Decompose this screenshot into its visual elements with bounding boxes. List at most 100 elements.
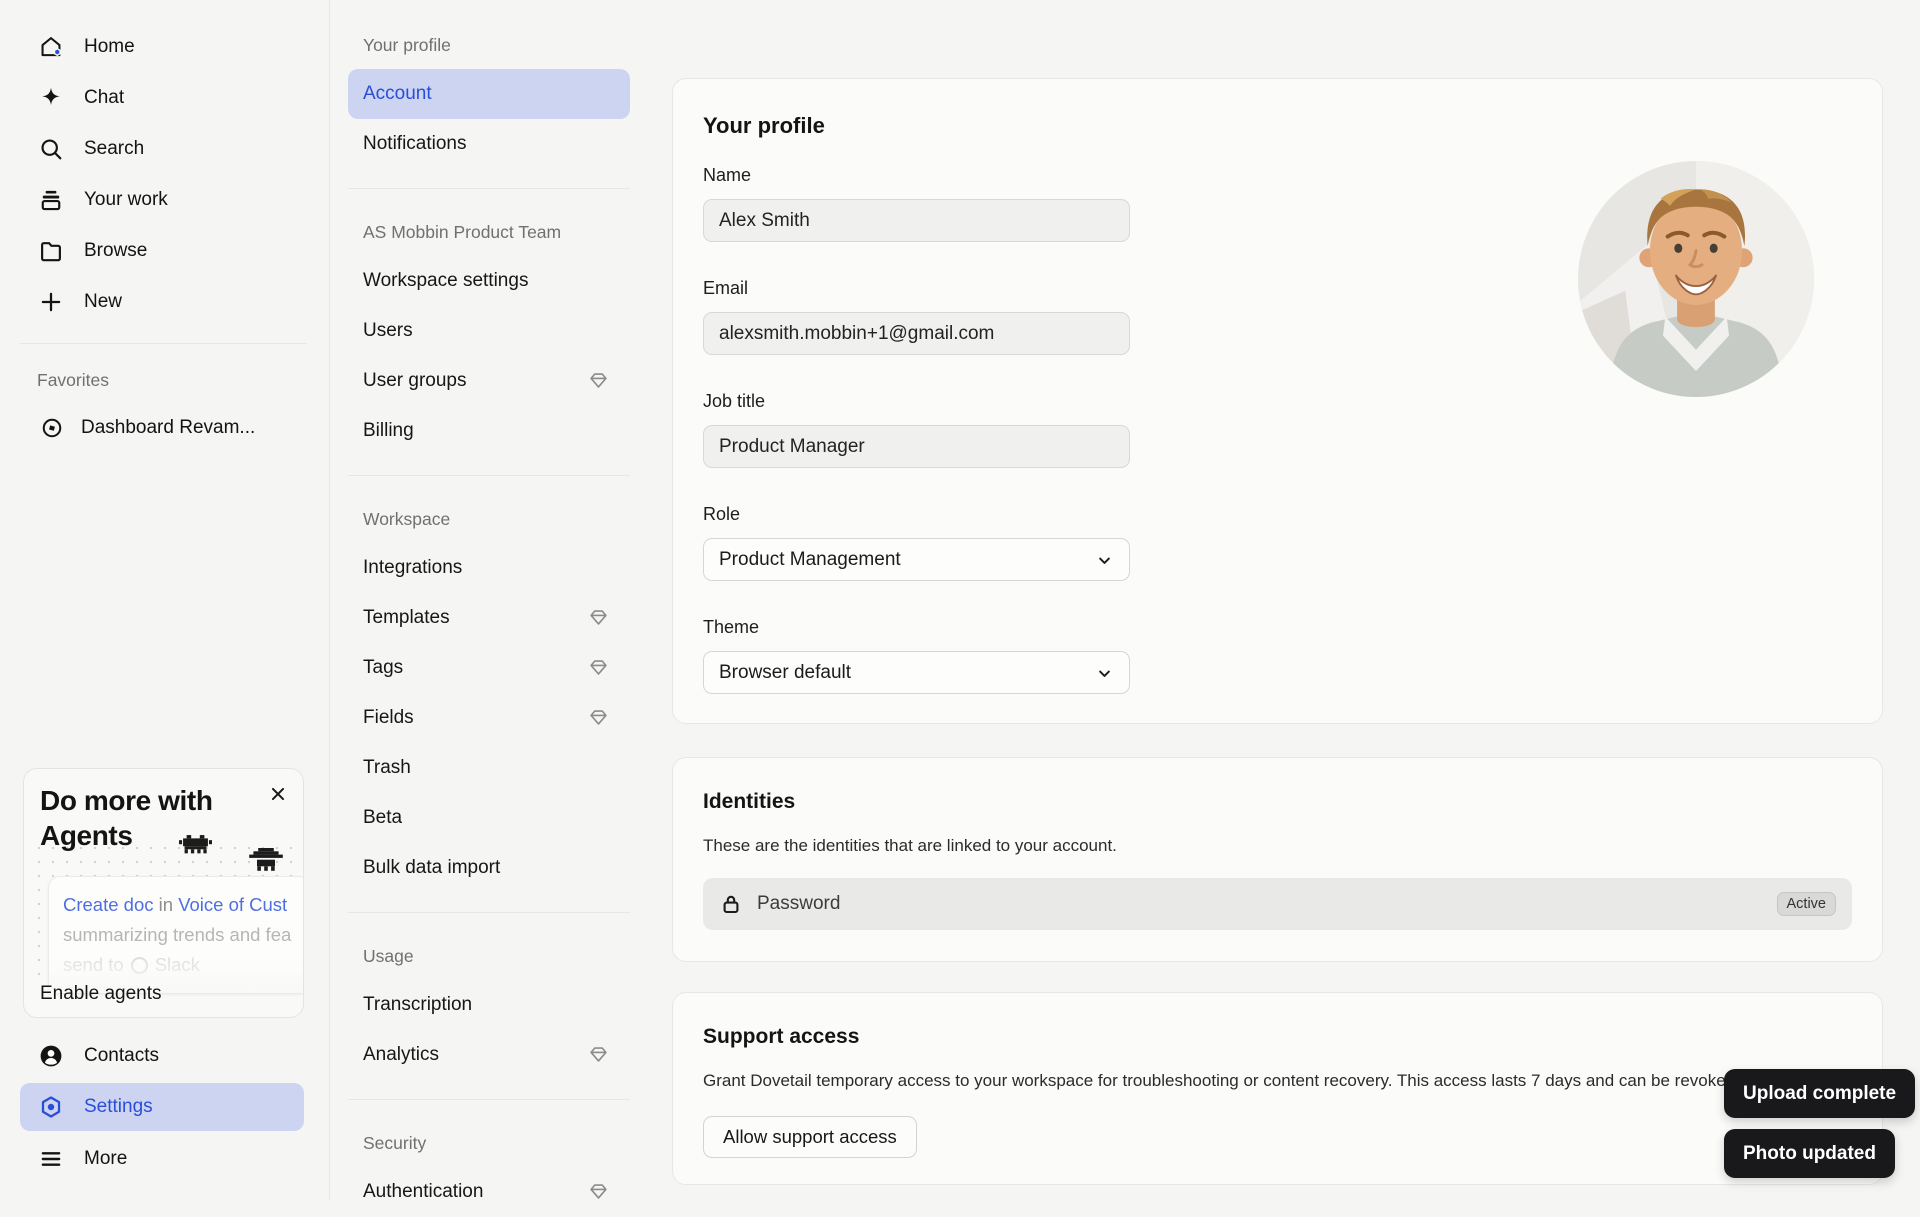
toast-upload-complete[interactable]: Upload complete <box>1724 1069 1916 1118</box>
settings-section-header: AS Mobbin Product Team <box>363 221 562 242</box>
settings-nav-beta[interactable]: Beta <box>348 793 630 843</box>
settings-nav-bulk-data-import[interactable]: Bulk data import <box>348 843 630 893</box>
sidebar-item-search[interactable]: Search <box>0 123 329 174</box>
gem-icon <box>589 709 608 726</box>
sidebar-item-label: Home <box>84 35 135 57</box>
profile-card-title: Your profile <box>703 113 825 138</box>
sparkle-icon <box>38 85 64 111</box>
agents-promo-card: Do more with Agents Create doc in Voice … <box>23 768 304 1018</box>
suggestion-line-1: Create doc in Voice of Cust <box>63 894 288 915</box>
support-access-title: Support access <box>703 1025 860 1048</box>
sidebar-item-contacts[interactable]: Contacts <box>0 1030 329 1081</box>
role-field-group: Role Product Management <box>703 504 1130 581</box>
password-identity-row[interactable]: Password Active <box>703 878 1852 930</box>
theme-select[interactable]: Browser default <box>703 651 1130 694</box>
settings-nav-billing[interactable]: Billing <box>348 406 630 456</box>
job-title-input[interactable] <box>703 425 1130 468</box>
sidebar-item-label: Search <box>84 137 145 159</box>
identities-card: Identities These are the identities that… <box>672 757 1883 962</box>
enable-agents-link[interactable]: Enable agents <box>40 983 162 1005</box>
favorites-header: Favorites <box>37 369 109 390</box>
gem-icon <box>589 1183 608 1200</box>
agents-card-title: Do more with Agents <box>40 785 213 851</box>
settings-section-header: Usage <box>363 945 414 966</box>
name-input[interactable] <box>703 199 1130 242</box>
sidebar-item-browse[interactable]: Browse <box>0 225 329 276</box>
email-input[interactable] <box>703 312 1130 355</box>
contact-icon <box>38 1043 64 1069</box>
sidebar-item-label: Settings <box>84 1096 153 1117</box>
settings-nav-integrations[interactable]: Integrations <box>348 543 630 593</box>
sidebar-item-label: New <box>84 290 123 312</box>
compass-icon <box>41 417 63 439</box>
role-label: Role <box>703 504 741 524</box>
settings-section-header: Your profile <box>363 34 451 55</box>
support-access-card: Support access Grant Dovetail temporary … <box>672 992 1883 1185</box>
settings-nav-users[interactable]: Users <box>348 306 630 356</box>
inbox-tray-icon <box>38 187 64 213</box>
avatar[interactable] <box>1578 161 1814 397</box>
allow-support-access-button[interactable]: Allow support access <box>703 1116 917 1158</box>
sidebar-item-chat[interactable]: Chat <box>0 72 329 123</box>
project-link[interactable]: Voice of Cust <box>178 894 287 915</box>
sidebar-item-more[interactable]: More <box>0 1133 329 1184</box>
plus-icon <box>38 289 64 315</box>
settings-nav-account[interactable]: Account <box>348 69 630 119</box>
sidebar-item-home[interactable]: Home <box>0 21 329 72</box>
favorite-item-dashboard[interactable]: Dashboard Revam... <box>0 402 329 453</box>
sidebar-item-label: Chat <box>84 86 125 108</box>
gem-icon <box>589 1046 608 1063</box>
lock-icon <box>719 892 743 916</box>
toast-photo-updated[interactable]: Photo updated <box>1724 1129 1895 1178</box>
settings-nav-notifications[interactable]: Notifications <box>348 119 630 169</box>
agent-suggestion-card[interactable]: Create doc in Voice of Cust summarizing … <box>48 876 303 994</box>
settings-nav-workspace-settings[interactable]: Workspace settings <box>348 256 630 306</box>
home-icon <box>38 34 64 60</box>
job-title-label: Job title <box>703 391 766 411</box>
sidebar-item-your-work[interactable]: Your work <box>0 174 329 225</box>
sidebar-item-label: Contacts <box>84 1044 159 1066</box>
chevron-down-icon <box>1094 663 1115 684</box>
theme-label: Theme <box>703 617 760 637</box>
settings-nav-templates[interactable]: Templates <box>348 593 630 643</box>
suggestion-line-2: summarizing trends and fea <box>63 924 292 945</box>
job-title-field-group: Job title <box>703 391 1130 468</box>
email-label: Email <box>703 278 749 298</box>
primary-sidebar: Home Chat Search Your work Browse New Fa… <box>0 0 330 1200</box>
settings-section-header: Security <box>363 1132 427 1153</box>
name-label: Name <box>703 165 752 185</box>
settings-nav-authentication[interactable]: Authentication <box>348 1167 630 1217</box>
settings-nav-trash[interactable]: Trash <box>348 743 630 793</box>
settings-nav-user-groups[interactable]: User groups <box>348 356 630 406</box>
support-access-description: Grant Dovetail temporary access to your … <box>703 1071 1805 1090</box>
settings-nut-icon <box>38 1094 64 1120</box>
close-icon[interactable] <box>267 783 289 805</box>
robot-dome-icon <box>248 848 284 875</box>
settings-nav-divider <box>331 1080 672 1119</box>
settings-nav-divider <box>331 893 672 932</box>
favorite-item-label: Dashboard Revam... <box>81 416 256 438</box>
robot-icon <box>179 835 212 858</box>
folder-icon <box>38 238 64 264</box>
gem-icon <box>589 659 608 676</box>
role-select[interactable]: Product Management <box>703 538 1130 581</box>
settings-nav-fields[interactable]: Fields <box>348 693 630 743</box>
email-field-group: Email <box>703 278 1130 355</box>
slack-icon <box>130 956 148 974</box>
sidebar-bottom-group: Contacts Settings More <box>0 1030 329 1184</box>
settings-nav-analytics[interactable]: Analytics <box>348 1030 630 1080</box>
gem-icon <box>589 372 608 389</box>
suggestion-line-3: send to Slack <box>63 954 200 975</box>
sidebar-item-settings[interactable]: Settings <box>20 1083 304 1131</box>
sidebar-item-new[interactable]: New <box>0 276 329 327</box>
settings-sidebar: Your profile Account Notifications AS Mo… <box>331 0 672 1202</box>
settings-nav-tags[interactable]: Tags <box>348 643 630 693</box>
status-badge: Active <box>1776 892 1836 916</box>
name-field-group: Name <box>703 165 1130 242</box>
create-doc-link[interactable]: Create doc <box>63 894 154 915</box>
password-label: Password <box>757 893 841 914</box>
settings-nav-transcription[interactable]: Transcription <box>348 980 630 1030</box>
settings-section-header: Workspace <box>363 508 451 529</box>
identities-title: Identities <box>703 790 796 813</box>
settings-nav-divider <box>331 456 672 495</box>
